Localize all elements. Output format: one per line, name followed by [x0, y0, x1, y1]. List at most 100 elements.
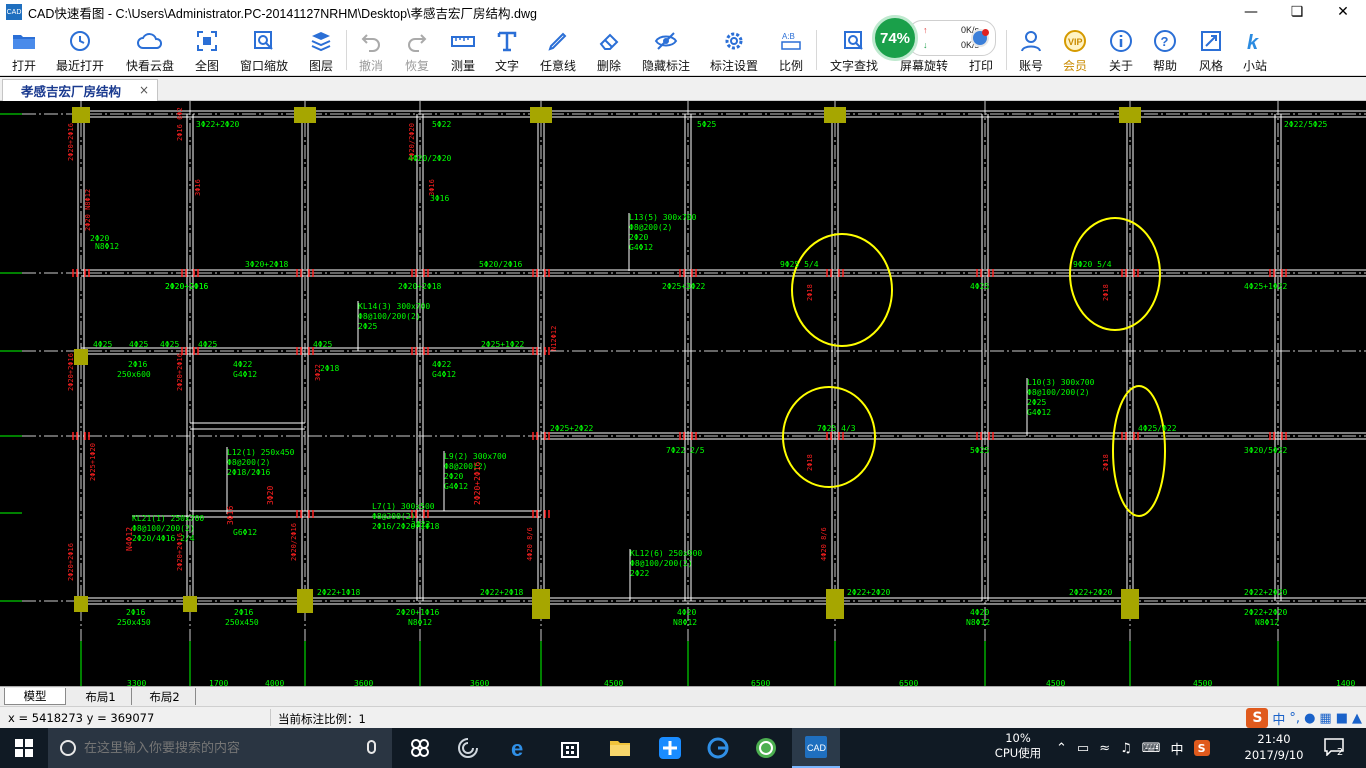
- wifi-icon[interactable]: ≈: [1099, 741, 1110, 756]
- beam-rebar-label: 2Φ20 N8Φ12: [84, 189, 92, 231]
- beam-rebar-label: 2Φ20+2Φ16: [176, 353, 184, 391]
- drawing-label: 2Φ25+1Φ22: [481, 340, 525, 349]
- guard-360-icon[interactable]: [742, 728, 790, 768]
- drawing-label: 2Φ22+1Φ18: [317, 588, 361, 597]
- punctuation-icon[interactable]: °,: [1289, 711, 1300, 726]
- browser-g-icon[interactable]: [694, 728, 742, 768]
- toolbar-separator: [816, 30, 817, 70]
- drawing-label: N8Φ12: [95, 242, 119, 251]
- drawing-label: 3600: [470, 679, 489, 686]
- keyboard-icon[interactable]: ▦: [1319, 711, 1331, 726]
- drawing-label: 6500: [751, 679, 770, 686]
- undo-button[interactable]: 撤消: [354, 26, 388, 74]
- drawing-label: 2Φ22: [630, 569, 649, 578]
- freeline-button[interactable]: 任意线: [536, 26, 580, 74]
- cortana-icon: [60, 740, 76, 756]
- annotation-settings-button[interactable]: 标注设置: [706, 26, 762, 74]
- column: [1121, 589, 1139, 619]
- beam-rebar-label: 2Φ20/2Φ16: [290, 523, 298, 561]
- restore-button[interactable]: ❏: [1274, 0, 1320, 24]
- drawing-label: 3Φ20/5Φ22: [1244, 446, 1288, 455]
- clock[interactable]: 21:40 2017/9/10: [1240, 731, 1308, 763]
- task-view-icon[interactable]: [396, 728, 444, 768]
- fullview-button[interactable]: 全图: [190, 26, 224, 74]
- document-tab[interactable]: 孝感吉宏厂房结构 ×: [2, 79, 158, 101]
- style-button[interactable]: 风格: [1194, 26, 1228, 74]
- drawing-label: 4Φ25: [129, 340, 148, 349]
- beam-rebar-label: N12Φ12: [550, 326, 558, 351]
- network-speed-widget[interactable]: ↑ 0K/s ↓ 0K/s 74%: [868, 15, 998, 61]
- tool-label: 文字: [494, 59, 519, 73]
- text-button[interactable]: 文字: [490, 26, 524, 74]
- help-button[interactable]: ? 帮助: [1148, 26, 1182, 74]
- vip-button[interactable]: VIP 会员: [1058, 26, 1092, 74]
- scale-button[interactable]: A:B 比例: [774, 26, 808, 74]
- ime-toolbar[interactable]: S 中 °, ● ▦ ■ ▲: [1246, 707, 1362, 729]
- cloud-button[interactable]: 快看云盘: [122, 26, 178, 74]
- tools-icon[interactable]: ▲: [1352, 711, 1362, 726]
- search-input[interactable]: [84, 740, 344, 756]
- drawing-label: 2Φ22+2Φ20: [847, 588, 891, 597]
- hide-annotation-button[interactable]: 隐藏标注: [638, 26, 694, 74]
- account-button[interactable]: 账号: [1014, 26, 1048, 74]
- drawing-label: 2Φ22+2Φ20: [1244, 608, 1288, 617]
- drawing-label: 4Φ25: [93, 340, 112, 349]
- k-site-button[interactable]: k 小站: [1238, 26, 1272, 74]
- drawing-label: 4Φ25: [198, 340, 217, 349]
- tool-label: 标注设置: [709, 59, 758, 73]
- cursor-coordinates: x = 5418273 y = 369077: [8, 711, 155, 725]
- file-explorer-icon[interactable]: [596, 728, 644, 768]
- cpu-usage: 10% CPU使用: [992, 731, 1044, 761]
- tool-label: 帮助: [1152, 59, 1177, 73]
- layers-button[interactable]: 图层: [304, 26, 338, 74]
- tool-label: 隐藏标注: [641, 59, 690, 73]
- column: [826, 589, 844, 619]
- drawing-label: 3Φ22+2Φ20: [196, 120, 240, 129]
- ime-tray-label[interactable]: 中: [1171, 739, 1184, 758]
- close-window-button[interactable]: ✕: [1320, 0, 1366, 24]
- drawing-label: 250x450: [117, 618, 151, 627]
- cad-viewer-taskbar-icon[interactable]: CAD: [792, 728, 840, 768]
- zoom-window-button[interactable]: 窗口缩放: [236, 26, 292, 74]
- fullview-icon: [194, 28, 220, 54]
- drawing-label: 4500: [604, 679, 623, 686]
- mic-icon[interactable]: ●: [1304, 711, 1315, 726]
- chevron-up-icon[interactable]: ⌃: [1056, 741, 1067, 756]
- battery-icon[interactable]: ▭: [1077, 741, 1089, 756]
- redo-button[interactable]: 恢复: [400, 26, 434, 74]
- redo-icon: [404, 28, 430, 54]
- ime-mode[interactable]: 中: [1272, 709, 1285, 728]
- drawing-label: 2Φ25: [1027, 398, 1046, 407]
- measure-button[interactable]: 测量: [446, 26, 480, 74]
- about-button[interactable]: 关于: [1104, 26, 1138, 74]
- tab-model[interactable]: 模型: [4, 688, 66, 705]
- volume-icon[interactable]: ♫: [1120, 741, 1132, 756]
- close-tab-icon[interactable]: ×: [139, 83, 149, 97]
- pen-icon: [545, 28, 571, 54]
- recent-button[interactable]: 最近打开: [52, 26, 108, 74]
- browser-360-icon[interactable]: [444, 728, 492, 768]
- drawing-label: 2Φ20+1Φ16: [396, 608, 440, 617]
- skin-icon[interactable]: ■: [1336, 711, 1348, 726]
- start-button[interactable]: [0, 728, 48, 768]
- edge-icon[interactable]: e: [496, 728, 544, 768]
- store-icon[interactable]: [546, 728, 594, 768]
- sogou-tray-icon[interactable]: S: [1193, 740, 1210, 756]
- app-plus-icon[interactable]: [646, 728, 694, 768]
- action-center-icon[interactable]: 2: [1322, 736, 1346, 758]
- tab-layout1[interactable]: 布局1: [70, 688, 132, 705]
- taskbar-search[interactable]: [48, 728, 392, 768]
- delete-button[interactable]: 删除: [592, 26, 626, 74]
- style-icon: [1198, 28, 1224, 54]
- mic-icon[interactable]: [367, 740, 376, 754]
- eraser-icon: [596, 28, 622, 54]
- minimize-button[interactable]: —: [1228, 0, 1274, 24]
- drawing-label: 2Φ16: [234, 608, 253, 617]
- tab-layout2[interactable]: 布局2: [134, 688, 196, 705]
- drawing-label: 3Φ22: [411, 520, 430, 529]
- drawing-label: 2Φ22+2Φ20: [1244, 588, 1288, 597]
- drawing-canvas[interactable]: 2Φ20+2Φ16 2Φ16 6Φ2 4Φ20/2Φ20 3Φ16 3Φ16 2Φ20 N…: [0, 101, 1366, 686]
- keyboard-icon[interactable]: ⌨: [1142, 741, 1161, 756]
- highlight-ellipse: [1112, 385, 1166, 517]
- open-button[interactable]: 打开: [6, 26, 42, 74]
